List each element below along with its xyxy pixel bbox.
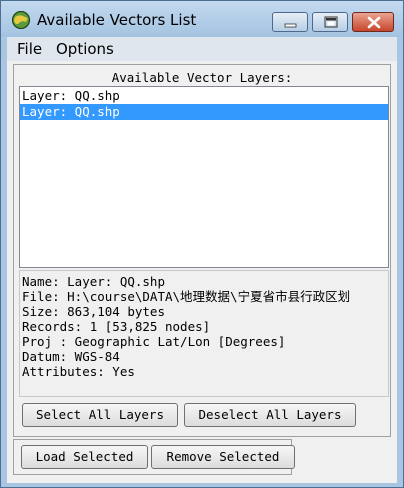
info-size: Size: 863,104 bytes: [22, 304, 165, 319]
info-file: File: H:\course\DATA\地理数据\宁夏省市县行政区划: [22, 289, 351, 304]
window-title: Available Vectors List: [37, 11, 197, 29]
menu-options[interactable]: Options: [56, 40, 114, 58]
title-bar[interactable]: Available Vectors List: [1, 1, 403, 37]
info-attributes: Attributes: Yes: [22, 364, 135, 379]
app-window: Available Vectors List File Options Avai…: [0, 0, 404, 488]
menu-file[interactable]: File: [17, 40, 42, 58]
info-records: Records: 1 [53,825 nodes]: [22, 319, 211, 334]
layer-info-box: Name: Layer: QQ.shp File: H:\course\DATA…: [19, 270, 389, 397]
load-selected-button[interactable]: Load Selected: [21, 445, 148, 469]
info-datum: Datum: WGS-84: [22, 349, 120, 364]
info-name: Name: Layer: QQ.shp: [22, 274, 165, 289]
info-projection: Proj : Geographic Lat/Lon [Degrees]: [22, 334, 286, 349]
list-item-selected[interactable]: Layer: QQ.shp: [20, 104, 388, 120]
remove-selected-button[interactable]: Remove Selected: [151, 445, 295, 469]
maximize-button[interactable]: [312, 12, 348, 32]
list-item[interactable]: Layer: QQ.shp: [20, 88, 388, 104]
app-globe-icon: [12, 11, 30, 29]
deselect-all-layers-button[interactable]: Deselect All Layers: [184, 403, 356, 427]
minimize-icon: [284, 23, 297, 28]
window-content: File Options Available Vector Layers: La…: [7, 37, 397, 483]
menu-bar: File Options: [7, 37, 397, 61]
action-button-group: Load Selected Remove Selected: [13, 439, 295, 475]
minimize-button[interactable]: [272, 12, 308, 32]
panel-heading: Available Vector Layers:: [111, 70, 293, 85]
maximize-icon: [324, 16, 338, 28]
layer-list[interactable]: Layer: QQ.shp Layer: QQ.shp: [19, 86, 389, 268]
close-button[interactable]: [352, 12, 394, 32]
close-icon: [367, 16, 381, 29]
select-all-layers-button[interactable]: Select All Layers: [22, 403, 178, 427]
vector-layers-panel: Available Vector Layers: Layer: QQ.shp L…: [13, 64, 391, 437]
